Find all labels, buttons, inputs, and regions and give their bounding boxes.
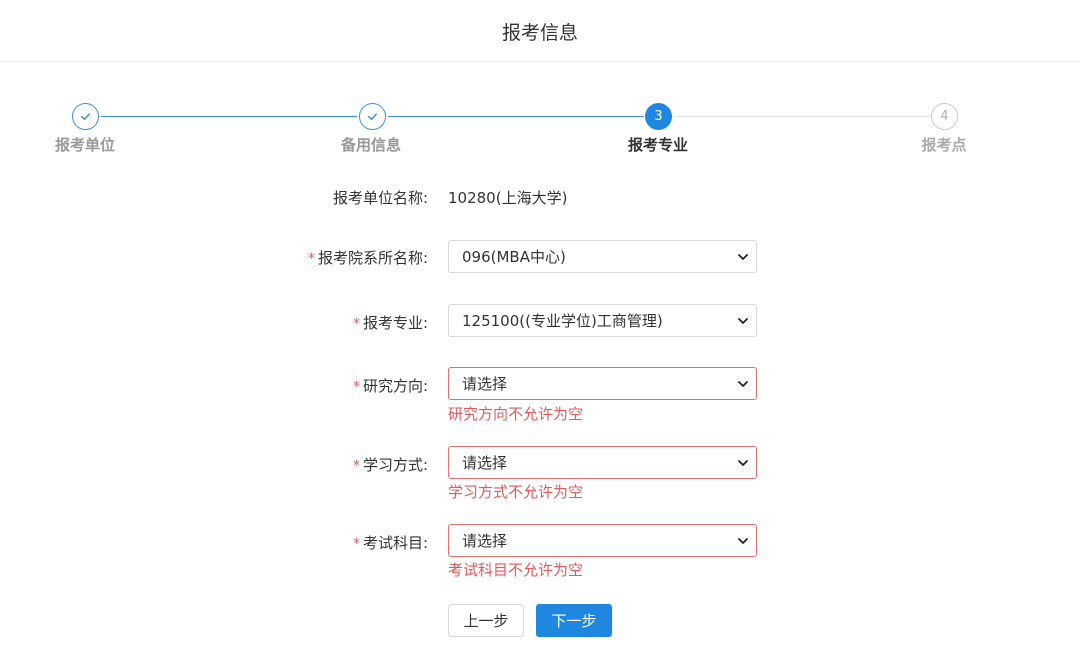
chevron-down-icon [738, 318, 748, 324]
step-2-check-icon [359, 103, 386, 130]
research-direction-error: 研究方向不允许为空 [448, 405, 584, 423]
research-direction-select[interactable]: 请选择 [448, 367, 757, 400]
step-1-check-icon [72, 103, 99, 130]
exam-subjects-select[interactable]: 请选择 [448, 524, 757, 557]
major-select[interactable]: 125100((专业学位)工商管理) [448, 304, 757, 337]
department-label: * 报考院系所名称: [307, 249, 428, 267]
step-3-number: 3 [645, 103, 672, 130]
chevron-down-icon [738, 460, 748, 466]
exam-subjects-error: 考试科目不允许为空 [448, 561, 584, 579]
study-mode-select[interactable]: 请选择 [448, 446, 757, 479]
step-2-label: 备用信息 [340, 136, 401, 154]
previous-step-button[interactable]: 上一步 [448, 604, 524, 637]
unit-name-label: 报考单位名称: [332, 189, 428, 207]
step-connector-1 [101, 116, 357, 117]
study-mode-label: * 学习方式: [352, 456, 428, 474]
required-mark: * [352, 458, 360, 474]
required-mark: * [352, 536, 360, 552]
chevron-down-icon [738, 538, 748, 544]
step-connector-2 [388, 116, 644, 117]
page-title: 报考信息 [501, 22, 578, 44]
chevron-down-icon [738, 381, 748, 387]
department-select[interactable]: 096(MBA中心) [448, 240, 757, 273]
step-1-label: 报考单位 [54, 136, 115, 154]
next-step-button[interactable]: 下一步 [536, 604, 612, 637]
step-4-number: 4 [931, 103, 958, 130]
step-4-label: 报考点 [921, 136, 967, 154]
study-mode-error: 学习方式不允许为空 [448, 483, 584, 501]
step-connector-3 [675, 116, 931, 117]
major-label: * 报考专业: [352, 314, 428, 332]
research-direction-label: * 研究方向: [352, 377, 428, 395]
exam-subjects-label: * 考试科目: [352, 534, 428, 552]
step-3-label: 报考专业 [627, 136, 688, 154]
chevron-down-icon [738, 254, 748, 260]
required-mark: * [307, 251, 315, 267]
required-mark: * [352, 379, 360, 395]
page-header: 报考信息 [0, 0, 1080, 62]
unit-name-value: 10280(上海大学) [448, 189, 568, 207]
required-mark: * [352, 316, 360, 332]
